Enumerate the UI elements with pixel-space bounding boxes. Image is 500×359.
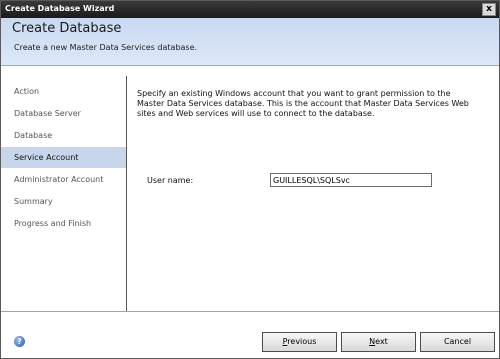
sidebar-item-label: Summary — [14, 197, 53, 206]
username-input[interactable] — [270, 173, 432, 187]
sidebar-item-administrator-account[interactable]: Administrator Account — [1, 169, 126, 190]
wizard-header: Create Database Create a new Master Data… — [1, 18, 499, 65]
sidebar-item-label: Database Server — [14, 109, 81, 118]
sidebar-item-database[interactable]: Database — [1, 125, 126, 146]
previous-label: revious — [287, 337, 317, 346]
help-icon[interactable]: ? — [14, 336, 25, 347]
sidebar-item-label: Service Account — [14, 153, 79, 162]
sidebar-item-label: Database — [14, 131, 53, 140]
wizard-window: Create Database Wizard x Create Database… — [0, 0, 500, 359]
previous-button[interactable]: Previous — [262, 332, 337, 352]
close-icon: x — [486, 4, 492, 14]
close-button[interactable]: x — [482, 3, 496, 16]
username-label: User name: — [147, 176, 194, 185]
sidebar-item-progress-and-finish[interactable]: Progress and Finish — [1, 213, 126, 234]
cancel-button[interactable]: Cancel — [420, 332, 495, 352]
sidebar-item-summary[interactable]: Summary — [1, 191, 126, 212]
sidebar-item-label: Progress and Finish — [14, 219, 92, 228]
next-label: ext — [375, 337, 388, 346]
page-subtitle: Create a new Master Data Services databa… — [14, 43, 198, 52]
next-button[interactable]: Next — [341, 332, 416, 352]
wizard-footer: ? Previous Next Cancel — [1, 312, 499, 358]
title-bar[interactable]: Create Database Wizard x — [1, 1, 499, 18]
sidebar-item-service-account[interactable]: Service Account — [1, 147, 126, 168]
instructions-text: Specify an existing Windows account that… — [137, 89, 469, 118]
window-title: Create Database Wizard — [5, 4, 115, 13]
sidebar-item-label: Administrator Account — [14, 175, 104, 184]
sidebar-item-label: Action — [14, 87, 40, 96]
cancel-label: Cancel — [443, 337, 472, 346]
page-title: Create Database — [12, 21, 122, 36]
sidebar-item-database-server[interactable]: Database Server — [1, 103, 126, 124]
wizard-steps-sidebar: Action Database Server Database Service … — [1, 76, 126, 311]
header-divider — [1, 65, 499, 66]
main-panel: Specify an existing Windows account that… — [127, 76, 499, 311]
sidebar-item-action[interactable]: Action — [1, 81, 126, 102]
